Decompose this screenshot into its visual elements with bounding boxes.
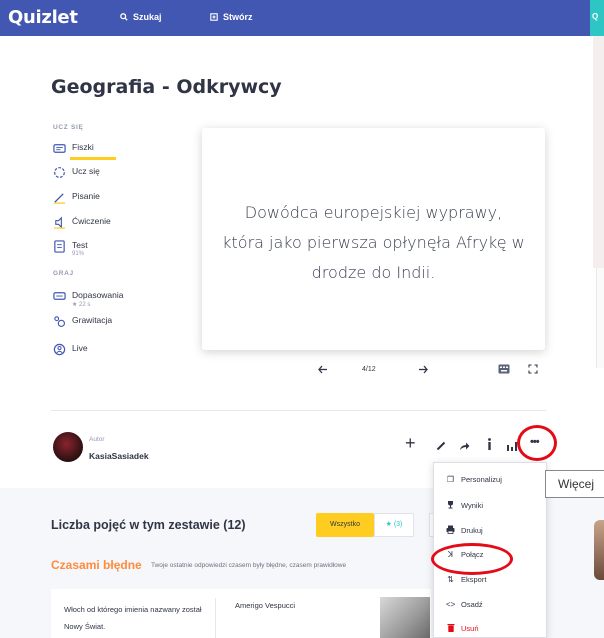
mode-spell-label: Ćwiczenie: [72, 216, 111, 226]
match-best-time: ★ 22 s: [72, 302, 91, 308]
mode-flashcards-label: Fiszki: [72, 142, 94, 152]
card-progress: 4/12: [362, 366, 376, 373]
term-text: Włoch od którego imienia nazwany został …: [64, 605, 202, 631]
game-match-text: Dopasowania ★ 22 s: [72, 290, 124, 308]
section-divider: [51, 410, 546, 411]
write-icon: [53, 193, 66, 204]
learn-section-heading: UCZ SIĘ: [53, 124, 84, 131]
highlight-ring-combine: [431, 543, 513, 575]
active-mode-underline: [70, 157, 116, 160]
play-section-heading: GRAJ: [53, 270, 74, 277]
embed-icon: <>: [446, 600, 456, 609]
mode-test-text: Test 91%: [72, 240, 88, 257]
upgrade-button[interactable]: Q: [590, 0, 604, 36]
copy-icon: ❐: [446, 475, 455, 484]
filter-starred-button[interactable]: ★ (3): [374, 513, 414, 537]
trophy-icon: [446, 500, 455, 511]
search-icon: [120, 13, 128, 21]
arrow-left-icon: [318, 365, 327, 374]
trash-icon: [446, 623, 455, 634]
mode-learn[interactable]: Ucz się: [53, 166, 100, 179]
filter-all-button[interactable]: Wszystko: [316, 513, 374, 537]
menu-item-personalize-label: Personalizuj: [461, 475, 502, 484]
side-ad-panel: [593, 36, 604, 268]
game-gravity-label: Grawitacja: [72, 315, 113, 325]
mode-spell[interactable]: Ćwiczenie: [53, 216, 111, 229]
previous-card-button[interactable]: [318, 365, 328, 377]
info-button[interactable]: [487, 437, 492, 455]
add-to-folder-button[interactable]: +: [405, 433, 416, 454]
menu-item-export-label: Eksport: [461, 575, 487, 584]
definition-text: Amerigo Vespucci: [235, 601, 296, 610]
fullscreen-button[interactable]: [528, 364, 538, 377]
fullscreen-icon: [528, 364, 538, 374]
test-icon: [54, 240, 65, 253]
quizlet-logo[interactable]: Quizlet: [8, 7, 78, 28]
flashcards-icon: [53, 144, 66, 153]
test-score: 91%: [72, 251, 85, 257]
mode-flashcards[interactable]: Fiszki: [53, 142, 94, 155]
game-gravity[interactable]: Grawitacja: [53, 315, 112, 328]
game-live[interactable]: Live: [53, 343, 88, 356]
more-tooltip: Więcej: [545, 470, 604, 498]
top-navigation-bar: Quizlet Szukaj Stwórz Q: [0, 0, 604, 36]
share-button[interactable]: [459, 438, 470, 456]
side-photo-edge: [594, 520, 604, 580]
author-avatar[interactable]: [53, 432, 83, 462]
author-label: Autor: [89, 436, 105, 443]
share-arrow-icon: [460, 442, 470, 450]
export-icon: ⇅: [447, 575, 454, 584]
create-nav-button[interactable]: Stwórz: [210, 12, 253, 22]
arrow-right-icon: [419, 365, 428, 374]
pencil-icon: [436, 441, 446, 451]
menu-item-scores-label: Wyniki: [461, 501, 484, 510]
game-match-label: Dopasowania: [72, 290, 124, 300]
plus-icon: +: [405, 433, 416, 453]
game-match[interactable]: Dopasowania ★ 22 s: [53, 290, 124, 308]
info-icon: [488, 438, 491, 450]
edit-button[interactable]: [436, 438, 446, 456]
menu-item-scores[interactable]: Wyniki: [446, 500, 483, 511]
author-name[interactable]: KasiaSasiadek: [89, 451, 149, 461]
learn-icon: [54, 167, 65, 178]
terms-count-heading: Liczba pojęć w tym zestawie (12): [51, 518, 246, 532]
menu-item-personalize[interactable]: ❐ Personalizuj: [446, 475, 502, 484]
live-icon: [53, 343, 66, 356]
struggling-heading: Czasami błędne: [51, 558, 142, 572]
search-nav-button[interactable]: Szukaj: [120, 12, 162, 22]
gravity-icon: [54, 316, 65, 327]
print-icon: [446, 525, 455, 536]
keyboard-shortcuts-button[interactable]: [498, 364, 510, 377]
struggling-description: Twoje ostatnie odpowiedzi czasem były bł…: [151, 562, 347, 569]
keyboard-icon: [498, 364, 510, 374]
flashcard-text: Dowódca europejskiej wyprawy, która jako…: [222, 203, 525, 282]
mode-test[interactable]: Test 91%: [53, 240, 88, 257]
mode-write-label: Pisanie: [72, 191, 100, 201]
term-divider: [215, 598, 216, 638]
mode-learn-label: Ucz się: [72, 166, 100, 176]
game-live-label: Live: [72, 343, 88, 353]
menu-item-export[interactable]: ⇅ Eksport: [446, 575, 486, 584]
menu-item-delete[interactable]: Usuń: [446, 623, 479, 634]
term-image: [380, 597, 430, 638]
flashcard[interactable]: Dowódca europejskiej wyprawy, która jako…: [202, 128, 545, 350]
menu-item-print-label: Drukuj: [461, 526, 483, 535]
set-title: Geografia - Odkrywcy: [51, 76, 282, 98]
search-nav-label: Szukaj: [133, 12, 162, 22]
side-panel-edge: [596, 268, 604, 368]
menu-item-embed[interactable]: <> Osadź: [446, 600, 483, 609]
mode-write[interactable]: Pisanie: [53, 191, 100, 204]
create-nav-label: Stwórz: [223, 12, 253, 22]
highlight-ring-more: [517, 425, 557, 461]
menu-item-embed-label: Osadź: [461, 600, 483, 609]
match-icon: [53, 292, 66, 300]
menu-item-print[interactable]: Drukuj: [446, 525, 483, 536]
mode-test-label: Test: [72, 240, 88, 250]
create-icon: [210, 13, 218, 21]
spell-icon: [53, 216, 66, 229]
upgrade-button-label: Q: [592, 12, 599, 21]
menu-item-delete-label: Usuń: [461, 624, 479, 633]
next-card-button[interactable]: [418, 365, 428, 377]
